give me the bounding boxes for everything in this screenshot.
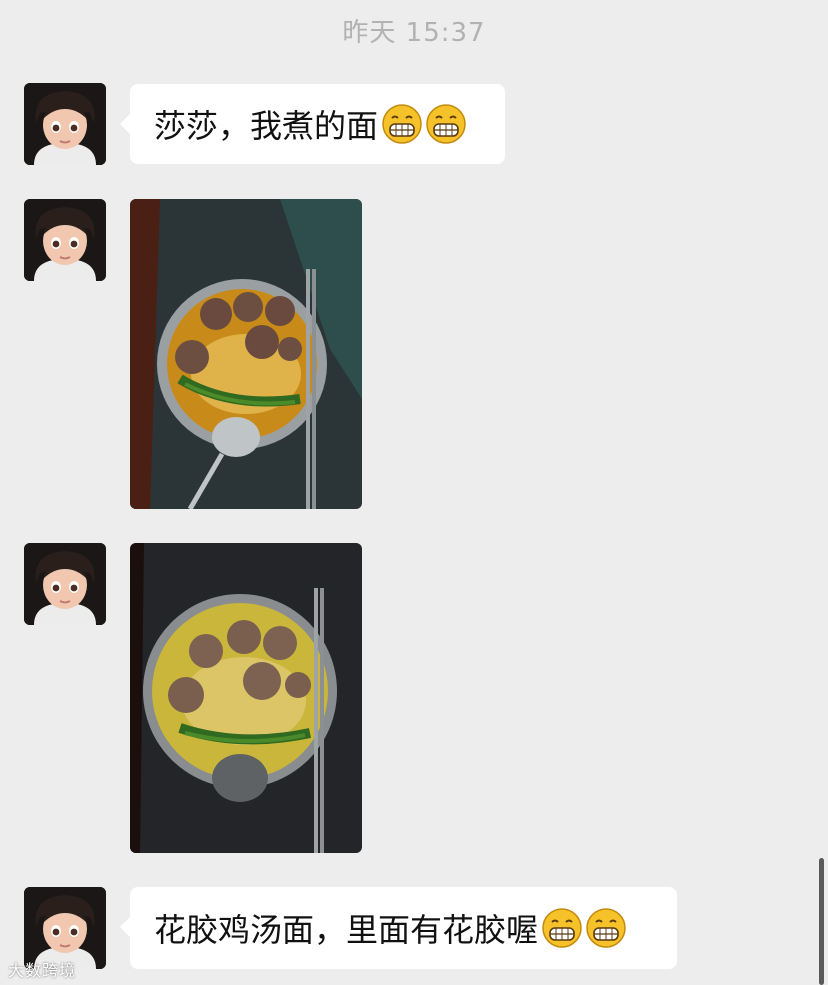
sender-avatar[interactable] — [24, 199, 106, 281]
grinning-face-emoji-icon — [426, 104, 466, 144]
avatar-image — [24, 543, 106, 625]
grinning-face-emoji-icon — [586, 908, 626, 948]
sender-avatar[interactable] — [24, 543, 106, 625]
sender-avatar[interactable] — [24, 83, 106, 165]
image-message[interactable] — [130, 199, 362, 509]
scrollbar[interactable] — [819, 858, 824, 985]
grinning-face-emoji-icon — [542, 908, 582, 948]
avatar-image — [24, 83, 106, 165]
noodle-bowl-photo — [130, 199, 362, 509]
grinning-face-emoji-icon — [382, 104, 422, 144]
chat-timestamp: 昨天 15:37 — [342, 18, 486, 48]
message-text: 花胶鸡汤面，里面有花胶喔 — [154, 911, 539, 949]
message-bubble[interactable]: 花胶鸡汤面，里面有花胶喔 — [120, 887, 677, 969]
noodle-bowl-photo — [130, 543, 362, 853]
message-bubble[interactable]: 莎莎，我煮的面 — [120, 84, 505, 164]
avatar-image — [24, 199, 106, 281]
message-text: 莎莎，我煮的面 — [154, 107, 379, 145]
watermark: 大数跨境 — [8, 961, 77, 980]
image-message[interactable] — [130, 543, 362, 853]
